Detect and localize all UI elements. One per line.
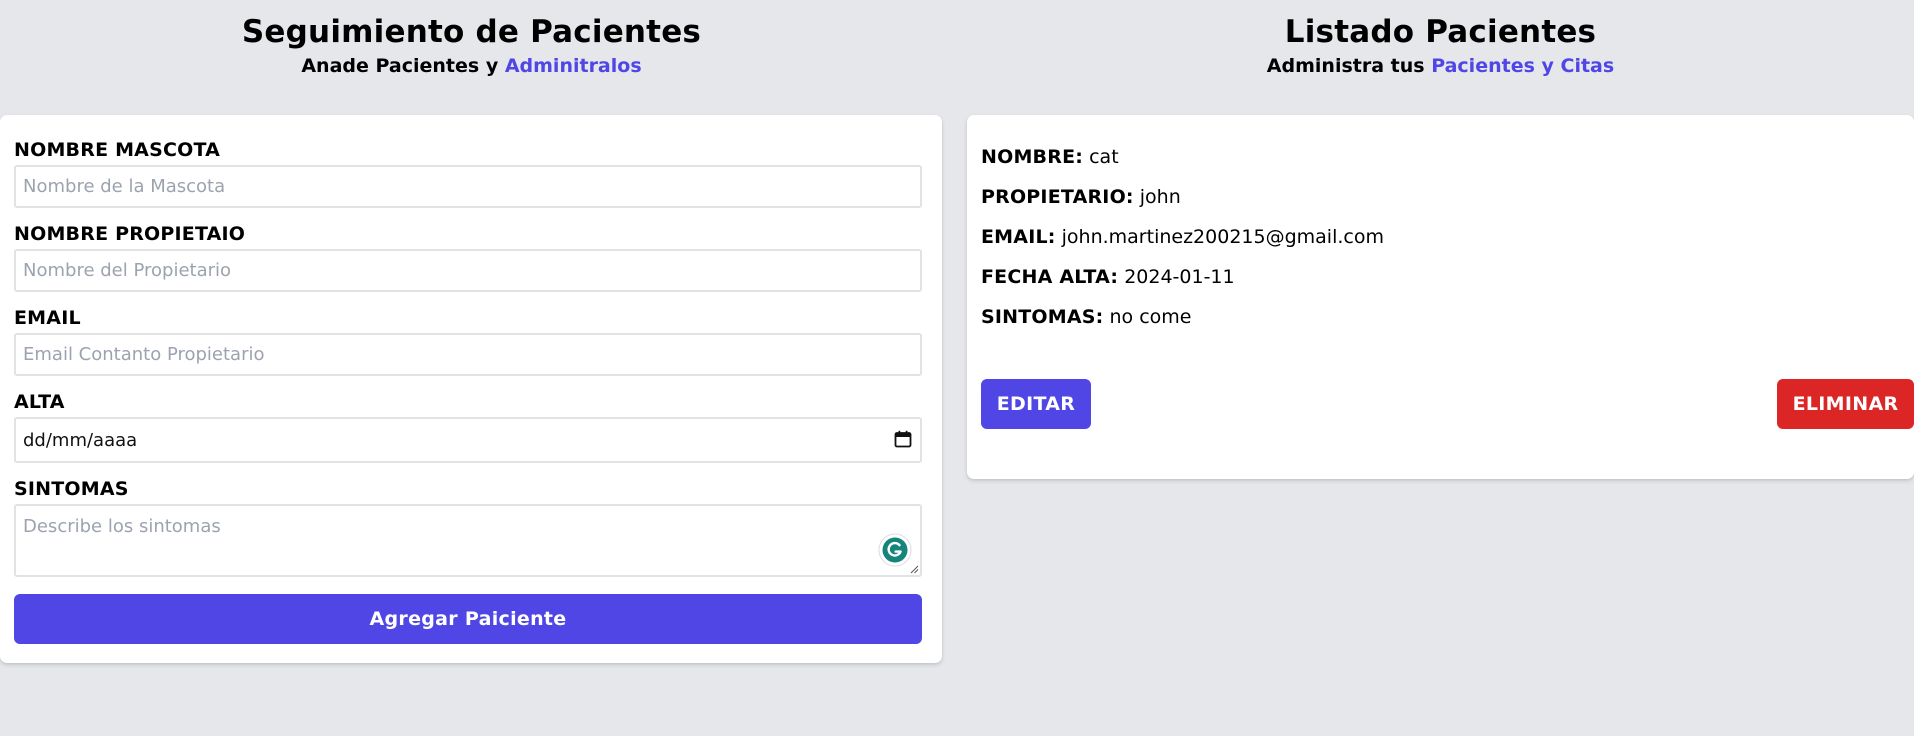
edit-button[interactable]: EDITAR — [981, 379, 1091, 429]
patient-email-row: EMAIL: john.martinez200215@gmail.com — [981, 225, 1384, 249]
list-subtitle-accent: Pacientes y Citas — [1431, 55, 1615, 77]
email-label: EMAIL — [14, 307, 81, 329]
patient-symptoms-label: SINTOMAS: — [981, 306, 1104, 328]
symptoms-label: SINTOMAS — [14, 478, 129, 500]
date-input-text: dd/mm/aaaa — [23, 430, 138, 451]
patient-owner-value: john — [1139, 186, 1181, 208]
symptoms-textarea[interactable] — [16, 506, 920, 575]
patient-email-label: EMAIL: — [981, 226, 1056, 248]
list-subtitle-prefix: Administra tus — [1266, 55, 1432, 77]
add-patient-button[interactable]: Agregar Paiciente — [14, 594, 922, 644]
list-title: Listado Pacientes — [1284, 14, 1597, 50]
patient-symptoms-row: SINTOMAS: no come — [981, 305, 1192, 329]
patient-date-label: FECHA ALTA: — [981, 266, 1119, 288]
date-input[interactable]: dd/mm/aaaa — [14, 417, 922, 463]
form-subtitle-prefix: Anade Pacientes y — [301, 55, 505, 77]
resize-handle-icon[interactable] — [909, 564, 919, 574]
email-input[interactable] — [14, 333, 922, 376]
patient-card: NOMBRE: cat PROPIETARIO: john EMAIL: joh… — [967, 115, 1914, 479]
patient-owner-label: PROPIETARIO: — [981, 186, 1134, 208]
owner-name-input[interactable] — [14, 249, 922, 292]
patient-owner-row: PROPIETARIO: john — [981, 185, 1181, 209]
grammarly-icon[interactable] — [878, 533, 912, 567]
patient-date-row: FECHA ALTA: 2024-01-11 — [981, 265, 1235, 289]
patient-name-row: NOMBRE: cat — [981, 145, 1119, 169]
patient-form: NOMBRE MASCOTA NOMBRE PROPIETAIO EMAIL A… — [0, 115, 942, 663]
symptoms-field — [14, 504, 922, 577]
calendar-icon[interactable] — [894, 430, 912, 448]
owner-name-label: NOMBRE PROPIETAIO — [14, 223, 246, 245]
patient-date-value: 2024-01-11 — [1124, 266, 1235, 288]
form-subtitle-accent: Adminitralos — [504, 55, 642, 77]
pet-name-label: NOMBRE MASCOTA — [14, 139, 221, 161]
delete-button[interactable]: ELIMINAR — [1777, 379, 1914, 429]
form-subtitle: Anade Pacientes y Adminitralos — [0, 54, 943, 78]
pet-name-input[interactable] — [14, 165, 922, 208]
patient-name-label: NOMBRE: — [981, 146, 1084, 168]
date-label: ALTA — [14, 391, 65, 413]
patient-symptoms-value: no come — [1109, 306, 1192, 328]
patient-name-value: cat — [1089, 146, 1119, 168]
form-title: Seguimiento de Pacientes — [241, 14, 702, 50]
list-subtitle: Administra tus Pacientes y Citas — [967, 54, 1914, 78]
patient-email-value: john.martinez200215@gmail.com — [1061, 226, 1384, 248]
